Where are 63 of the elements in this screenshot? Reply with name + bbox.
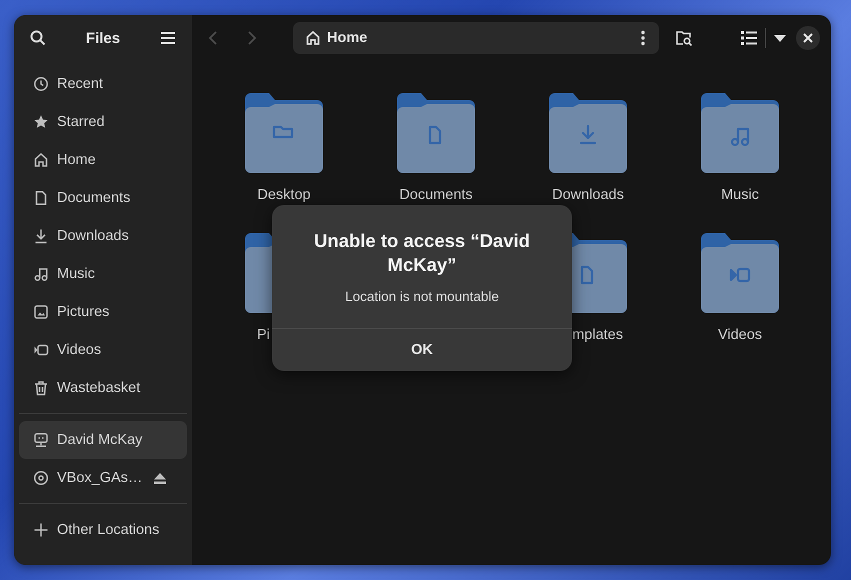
folder-label: Pi	[257, 327, 270, 343]
folder-icon[interactable]	[245, 93, 323, 173]
folder-search-icon	[675, 29, 693, 47]
sidebar-item[interactable]: Starred	[19, 103, 187, 141]
sidebar-item[interactable]: Home	[19, 141, 187, 179]
app-title: Files	[86, 30, 120, 46]
sidebar-label: Wastebasket	[57, 380, 140, 396]
folder-label: Desktop	[257, 187, 311, 203]
starred-icon	[33, 114, 49, 130]
close-icon	[803, 33, 813, 43]
sidebar-item[interactable]: Recent	[19, 65, 187, 103]
sidebar-label: Music	[57, 266, 95, 282]
home-icon	[305, 30, 321, 46]
sidebar-item[interactable]: Wastebasket	[19, 369, 187, 407]
sidebar-item[interactable]: Videos	[19, 331, 187, 369]
sidebar-label: Other Locations	[57, 522, 160, 538]
sidebar-item[interactable]: Other Locations	[19, 511, 187, 549]
folder-label: Documents	[399, 187, 473, 203]
close-button[interactable]	[796, 26, 820, 50]
videos-icon	[33, 342, 49, 358]
sidebar-item[interactable]: David McKay	[19, 421, 187, 459]
caret-icon	[774, 34, 786, 42]
search-icon	[30, 30, 46, 46]
sidebar-label: Starred	[57, 114, 105, 130]
dialog-message: Location is not mountable	[345, 289, 499, 304]
eject-icon	[153, 472, 167, 484]
folder-label: Videos	[718, 327, 762, 343]
trash-icon	[33, 380, 49, 396]
sidebar-item[interactable]: Pictures	[19, 293, 187, 331]
folder-icon[interactable]	[701, 93, 779, 173]
folder-label: Music	[721, 187, 759, 203]
disc-icon	[33, 470, 49, 486]
folder-icon[interactable]	[549, 93, 627, 173]
recent-icon	[33, 76, 49, 92]
sidebar-item[interactable]: Downloads	[19, 217, 187, 255]
kebab-icon	[641, 30, 645, 46]
folder-icon[interactable]	[397, 93, 475, 173]
sidebar-item[interactable]: Music	[19, 255, 187, 293]
sidebar-label: Videos	[57, 342, 102, 358]
sidebar-label: David McKay	[57, 432, 142, 448]
sidebar-label: Downloads	[57, 228, 129, 244]
menu-icon	[160, 31, 176, 45]
sidebar-label: Home	[57, 152, 96, 168]
sidebar-item[interactable]: Documents	[19, 179, 187, 217]
sidebar-label: Pictures	[57, 304, 110, 320]
sidebar-label: VBox_GAs…	[57, 470, 142, 486]
ok-button[interactable]: OK	[272, 328, 572, 372]
music-icon	[33, 266, 49, 282]
pictures-icon	[33, 304, 49, 320]
sidebar-item[interactable]: VBox_GAs…	[19, 459, 187, 497]
network-icon	[33, 432, 49, 448]
home-icon	[33, 152, 49, 168]
list-icon	[741, 31, 757, 45]
sidebar-label: Documents	[57, 190, 130, 206]
sidebar-label: Recent	[57, 76, 103, 92]
documents-icon	[33, 190, 49, 206]
path-label: Home	[327, 30, 368, 46]
folder-label: mplates	[572, 327, 623, 343]
path-bar[interactable]: Home	[293, 22, 659, 54]
dialog-title: Unable to access “David McKay”	[313, 229, 531, 278]
downloads-icon	[33, 228, 49, 244]
folder-icon[interactable]	[701, 233, 779, 313]
folder-label: Downloads	[552, 187, 624, 203]
